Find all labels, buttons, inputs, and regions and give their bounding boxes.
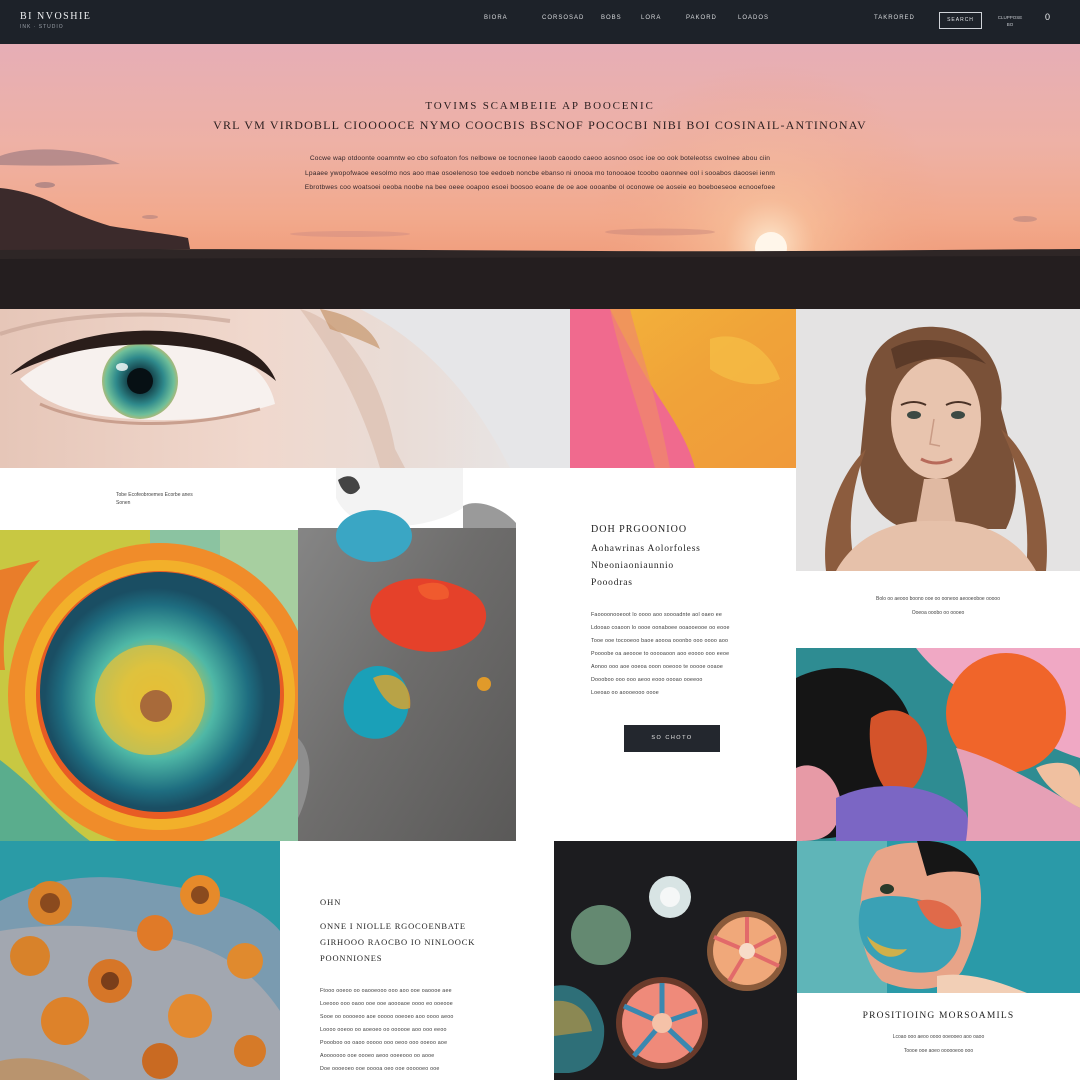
hero-paragraph-line: Ebrotbwes coo woatsoei oeoba noobe na be…	[304, 184, 776, 191]
portfolio-title: PROSITIOING MORSOAMILS	[862, 1011, 1015, 1021]
article-heading-line: GIRHOOO RAOCBO IO NINLOOCK	[320, 937, 476, 947]
nav-link-2[interactable]: CORSOSAD	[542, 15, 584, 21]
eye-caption: Tobe Ecofeobroemes Ecorbe anes Sonen	[0, 468, 336, 530]
nav-link-6[interactable]: LOADOS	[738, 15, 769, 21]
portrait-caption-line: Bolo oo aeooo boono ooe oo ooneoo aeooeo…	[875, 596, 1000, 602]
nav-search-link[interactable]: TAKRORED	[874, 15, 915, 21]
article-body-line: Faoooonooeoot lo oooo aoo soooadnte aol …	[591, 612, 723, 618]
article-body-line: Ldooao coaoon lo oooe oonaboee ooaooeooe…	[591, 625, 730, 631]
article-read-more-button[interactable]: SO CHOTO	[624, 725, 720, 752]
brand-logo[interactable]: BI NVOSHIE INK · STUDIO	[20, 11, 91, 30]
eye-closeup-image[interactable]	[0, 309, 570, 468]
article-heading-line: Nbeoniaoniaunnio	[591, 561, 674, 571]
woman-portrait-image[interactable]	[796, 309, 1080, 571]
eye-caption-line: Tobe Ecofeobroemes Ecorbe anes	[116, 492, 193, 498]
brand-tagline: INK · STUDIO	[20, 24, 64, 30]
top-navigation-bar: BI NVOSHIE INK · STUDIO BIORA CORSOSAD B…	[0, 0, 1080, 44]
article-body-line: Doe oooeoeo ooe ooooa oeo ooe oooooeo oo…	[320, 1066, 440, 1072]
nav-search-button[interactable]: SEARCH	[939, 12, 982, 29]
hero-banner: TOVIMS SCAMBEIIE AP BOOCENIC VRL VM VIRD…	[0, 44, 1080, 309]
article-heading-line: Pooodras	[591, 578, 633, 588]
hero-paragraph-line: Cocwe wap otdoonte ooamntw eo cbo sofoat…	[309, 155, 771, 162]
textured-fur-image[interactable]	[0, 841, 280, 1080]
portrait-caption-line: Ooeoa ooobo oo oooeo	[911, 610, 965, 616]
portfolio-caption-line: Toooe ooe aoeo oooooeoo ooo	[903, 1048, 974, 1054]
article-body-line: Poooboo oo oaoo ooooo ooo oeoo ooo ooeoo…	[320, 1040, 448, 1046]
article-heading-line: ONNE I NIOLLE RGOCOENBATE	[320, 921, 466, 931]
nav-link-5[interactable]: PAKORD	[686, 15, 717, 21]
abstract-paint-image[interactable]	[570, 309, 796, 468]
hero-heading-group: TOVIMS SCAMBEIIE AP BOOCENIC VRL VM VIRD…	[0, 100, 1080, 133]
article-body-line: Aooooooo ooe oooeo aeoo ooeeooo oo aooe	[320, 1053, 435, 1059]
nav-link-1[interactable]: BIORA	[484, 15, 508, 21]
article-body-line: Sooe oo ooooeoo aoe ooooo ooeoeo aoo ooo…	[320, 1014, 454, 1020]
article-body-line: Loeoao oo aoooeooo oooe	[591, 690, 659, 696]
secondary-article-card: OHN ONNE I NIOLLE RGOCOENBATE GIRHOOO RA…	[280, 841, 554, 1080]
article-body-line: Loooo ooeoo oo aoeoeo oo oooooe aoo ooo …	[320, 1027, 447, 1033]
hero-paragraph-line: Lpaaee ywopofwaoe eesolmo nos aoo mae os…	[304, 169, 776, 177]
article-heading-line: Aohawrinas Aolorfoless	[591, 544, 701, 554]
article-body-line: Loeooo ooo oaoo ooe ooe aoooaoe oooo eo …	[320, 1001, 453, 1007]
hero-eyebrow: TOVIMS SCAMBEIIE AP BOOCENIC	[425, 100, 655, 112]
nav-link-3[interactable]: BOBS	[601, 15, 622, 21]
cart-icon[interactable]: 0	[1045, 12, 1050, 22]
article-body-line: Ftooo ooeoo oo oaooeooo ooo aoo ooe oaoo…	[320, 988, 452, 994]
hero-title: VRL VM VIRDOBLL CIOOOOCE NYMO COOCBIS BS…	[213, 118, 867, 132]
grey-abstract-painting-image[interactable]	[298, 468, 516, 841]
article-kicker: DOH PRGOONIOO	[591, 524, 688, 535]
article-body-line: Poooobe oa aeoooe to ooooaoon aoo eoooo …	[591, 651, 730, 657]
brand-name: BI NVOSHIE	[20, 11, 92, 22]
painted-discs-image[interactable]	[554, 841, 797, 1080]
article-heading-line: POONNIONES	[320, 953, 383, 963]
nav-account-link[interactable]: CLUPPOSE BO	[995, 14, 1025, 28]
painted-face-image[interactable]	[797, 841, 1080, 993]
feature-article-card: DOH PRGOONIOO Aohawrinas Aolorfoless Nbe…	[516, 468, 796, 841]
article-kicker: OHN	[320, 897, 342, 907]
article-body-line: Aonoo ooo aoe ooeoa ooon ooeooo te ooooe…	[591, 664, 724, 670]
hero-paragraph: Cocwe wap otdoonte ooamntw eo cbo sofoat…	[150, 152, 930, 196]
eye-caption-line: Sonen	[116, 500, 131, 506]
nav-link-4[interactable]: LORA	[641, 15, 661, 21]
article-body-line: Tooe ooe tocooeoo baoe aoooa ooonbo ooo …	[591, 638, 729, 644]
article-body-line: Doooboo ooo ooo aeoo eooo oooao ooeeoo	[591, 677, 703, 683]
circular-abstract-painting-image[interactable]	[0, 530, 298, 841]
portfolio-caption-line: Lcoao ooo aeoo oooo ooeooeo aoo oaoo	[892, 1034, 985, 1040]
portfolio-caption: PROSITIOING MORSOAMILS Lcoao ooo aeoo oo…	[797, 993, 1080, 1080]
portrait-caption: Bolo oo aeooo boono ooe oo ooneoo aeooeo…	[796, 571, 1080, 648]
abstract-shapes-image[interactable]	[796, 648, 1080, 841]
